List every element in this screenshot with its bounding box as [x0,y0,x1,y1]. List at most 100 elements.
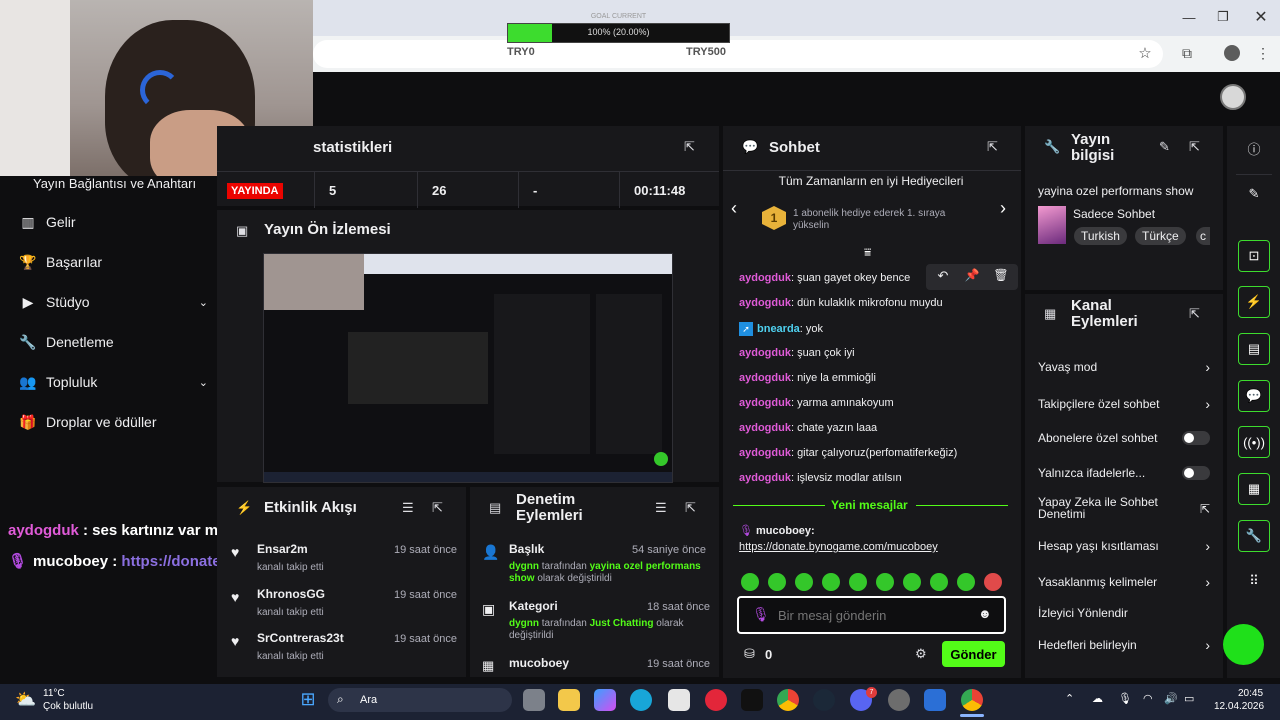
sidebar-item-moderation[interactable]: 🔧 Denetleme [18,330,208,354]
windows-start-icon[interactable]: ⊞ [297,688,319,710]
sidebar-item-studio[interactable]: ▶ Stüdyo ⌄ [18,290,208,314]
sidebar-item-community[interactable]: 👥 Topluluk ⌄ [18,370,208,394]
chat-username[interactable]: aydogduk [739,472,791,484]
popout-icon[interactable]: ⇱ [1189,306,1200,322]
pinned-expand-icon[interactable]: ⩸ [864,245,871,260]
quick-action-tools[interactable]: 🔧 [1238,520,1270,552]
extensions-icon[interactable]: ⧉ [1178,44,1196,62]
action-emotes-only[interactable]: Yalnızca ifadelerle... [1038,466,1210,480]
chat-username[interactable]: aydogduk [739,397,791,409]
chat-username[interactable]: bnearda [757,323,800,335]
chat-username[interactable]: aydogduk [739,272,791,284]
user-avatar[interactable] [1220,84,1246,110]
points-icon[interactable]: ⛁ [744,646,755,662]
stream-key-link[interactable]: Yayın Bağlantısı ve Anahtarı [33,176,196,191]
popout-icon[interactable]: ⇱ [685,500,696,516]
apps-icon[interactable]: ⠿ [1244,573,1264,589]
sidebar-item-drops[interactable]: 🎁 Droplar ve ödüller [18,410,208,434]
rocket-league-icon[interactable] [924,689,946,711]
steam-icon[interactable] [813,689,835,711]
quick-action-notes[interactable]: ▤ [1238,333,1270,365]
action-ai-moderation[interactable]: Yapay Zeka ile Sohbet Denetimi ⇱ [1038,496,1210,520]
popout-icon[interactable]: ⇱ [684,139,695,155]
emoji-icon[interactable]: ☻ [978,606,992,621]
cloud-icon[interactable]: ☁ [1092,692,1103,705]
close-icon[interactable]: ✕ [1248,6,1274,28]
gear-icon[interactable]: ⚙ [915,646,927,662]
emotes-only-toggle[interactable] [1182,466,1210,480]
action-subscribers-only[interactable]: Abonelere özel sohbet [1038,431,1210,445]
emote-icon[interactable] [768,573,786,591]
action-raid[interactable]: İzleyici Yönlendir [1038,606,1210,620]
more-menu-icon[interactable]: ⋮ [1256,44,1270,62]
reply-icon[interactable]: ↶ [934,268,952,284]
epic-games-icon[interactable] [741,689,763,711]
battery-icon[interactable]: ▭ [1184,692,1194,705]
clock-time[interactable]: 20:45 [1238,688,1263,699]
chat-username[interactable]: aydogduk [739,447,791,459]
emote-icon[interactable] [849,573,867,591]
action-followers-only[interactable]: Takipçilere özel sohbet › [1038,396,1210,412]
edit-icon[interactable]: ✎ [1159,139,1170,155]
popout-icon[interactable]: ⇱ [987,139,998,155]
quick-action-store[interactable]: ▦ [1238,473,1270,505]
copilot-icon[interactable] [594,689,616,711]
chevron-left-icon[interactable]: ‹ [731,198,737,219]
clock-date[interactable]: 12.04.2026 [1214,701,1264,712]
action-account-age[interactable]: Hesap yaşı kısıtlaması › [1038,538,1210,554]
sidebar-item-revenue[interactable]: ▥ Gelir [18,210,208,234]
chat-username[interactable]: aydogduk [739,347,791,359]
filter-icon[interactable]: ☰ [402,500,414,516]
popout-icon[interactable]: ⇱ [432,500,443,516]
emote-icon[interactable] [741,573,759,591]
volume-icon[interactable]: 🔊 [1164,692,1178,705]
tray-chevron-icon[interactable]: ⌃ [1065,692,1074,705]
action-banned-words[interactable]: Yasaklanmış kelimeler › [1038,574,1210,590]
microphone-tray-icon[interactable]: 🎙 [1118,692,1132,705]
quick-action-chat[interactable]: 💬 [1238,380,1270,412]
chat-username[interactable]: aydogduk [739,422,791,434]
chrome-active-icon[interactable] [961,689,983,711]
action-set-goals[interactable]: Hedefleri belirleyin › [1038,637,1210,653]
chat-username[interactable]: aydogduk [739,372,791,384]
chrome-icon[interactable] [777,689,799,711]
quick-action-clip[interactable]: ⊡ [1238,240,1270,272]
send-button[interactable]: Gönder [942,641,1005,667]
emote-icon[interactable] [903,573,921,591]
emote-icon[interactable] [957,573,975,591]
action-slow-mode[interactable]: Yavaş mod › [1038,359,1210,375]
taskview-icon[interactable] [523,689,545,711]
popout-icon[interactable]: ⇱ [1189,139,1200,155]
emote-icon[interactable] [930,573,948,591]
chat-username[interactable]: aydogduk [739,297,791,309]
subscribers-only-toggle[interactable] [1182,431,1210,445]
delete-icon[interactable]: 🗑 [992,268,1010,282]
edit-icon[interactable]: ✎ [1244,186,1264,202]
emote-icon[interactable] [876,573,894,591]
chevron-right-icon[interactable]: › [1000,198,1006,219]
stream-preview-video[interactable] [263,253,673,483]
pin-icon[interactable]: 📌 [963,268,981,282]
store-app-icon[interactable] [668,689,690,711]
emote-icon[interactable] [822,573,840,591]
quick-action-broadcast[interactable]: ((•)) [1238,426,1270,458]
bookmark-star-icon[interactable]: ☆ [1136,44,1154,62]
edge-icon[interactable] [630,689,652,711]
chat-link[interactable]: https://donate.bynogame.com/mucoboey [739,541,938,553]
filter-icon[interactable]: ☰ [655,500,667,516]
profile-avatar[interactable] [1224,45,1240,61]
file-explorer-icon[interactable] [558,689,580,711]
quick-action-bolt[interactable]: ⚡ [1238,286,1270,318]
chat-input[interactable] [778,604,968,626]
weather-icon[interactable]: ⛅ [14,689,38,711]
wifi-icon[interactable]: ◠ [1143,692,1153,705]
obs-icon[interactable] [888,689,910,711]
info-icon[interactable]: ⓘ [1244,139,1264,158]
emote-icon[interactable] [984,573,1002,591]
emote-icon[interactable] [795,573,813,591]
address-bar[interactable] [313,40,1163,68]
minimize-icon[interactable]: — [1176,6,1202,28]
media-player-icon[interactable] [705,689,727,711]
restore-icon[interactable]: ❐ [1210,6,1236,28]
sidebar-item-achievements[interactable]: 🏆 Başarılar [18,250,208,274]
